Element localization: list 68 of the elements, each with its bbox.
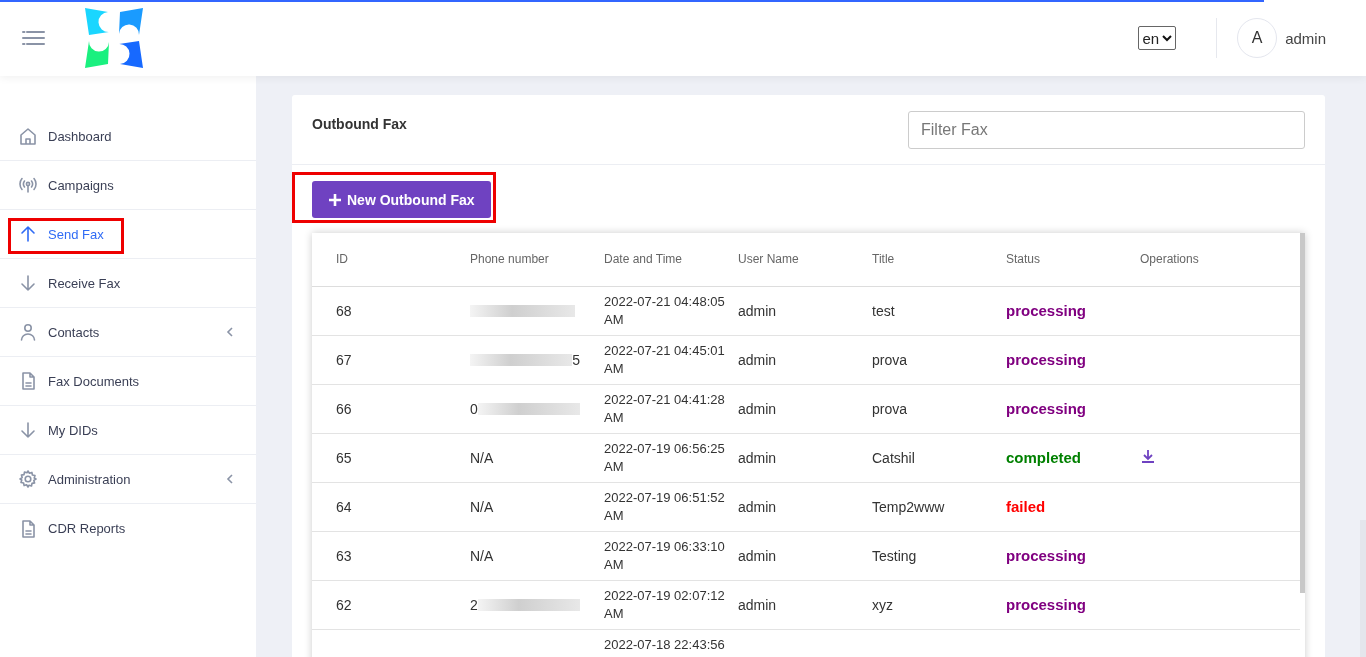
table-cell: 63 xyxy=(312,531,446,580)
table-cell: Catshil xyxy=(848,433,982,482)
table-cell: 62 xyxy=(312,580,446,629)
scrollbar[interactable] xyxy=(1300,233,1305,593)
home-icon xyxy=(18,126,38,146)
phone-number: 2 xyxy=(470,596,478,613)
table-cell: 68 xyxy=(312,286,446,335)
sidebar-item[interactable]: Send Fax xyxy=(0,210,256,259)
language-select[interactable]: en xyxy=(1138,26,1177,50)
table-cell: Testing xyxy=(848,531,982,580)
date-time-text: 2022-07-19 06:33:10 AM xyxy=(604,537,725,574)
panel-title: Outbound Fax xyxy=(312,116,407,132)
dropdown-caret-icon xyxy=(1162,34,1173,42)
filter-field[interactable]: Filter Fax xyxy=(908,111,1305,149)
column-header: Title xyxy=(848,233,982,286)
menu-icon[interactable] xyxy=(22,29,46,47)
date-time-text: 2022-07-19 06:56:25 AM xyxy=(604,439,725,476)
column-header: User Name xyxy=(714,233,848,286)
table-cell: 65 xyxy=(312,433,446,482)
arrow-up-icon xyxy=(18,224,38,244)
status-text: failed xyxy=(1006,498,1046,515)
date-time-text: 2022-07-19 02:07:12 AM xyxy=(604,586,725,623)
phone-number: N/A xyxy=(470,449,494,466)
table-cell: 64 xyxy=(312,482,446,531)
person-icon xyxy=(18,322,38,342)
status-text: processing xyxy=(1006,302,1087,319)
table-cell: xyz xyxy=(848,580,982,629)
date-time-text: 2022-07-19 06:51:52 AM xyxy=(604,488,725,525)
status-text: processing xyxy=(1006,596,1087,613)
table-cell: Temp2www xyxy=(848,482,982,531)
column-header: Phone number xyxy=(446,233,580,286)
date-time-text: 2022-07-18 22:43:56 xyxy=(604,635,725,654)
broadcast-icon xyxy=(18,175,38,195)
sidebar-item[interactable]: Dashboard xyxy=(0,112,256,161)
user-name[interactable]: admin xyxy=(1285,29,1326,47)
date-time-text: 2022-07-21 04:48:05 AM xyxy=(604,292,725,329)
gear-icon xyxy=(18,469,38,489)
phone-number: N/A xyxy=(470,498,494,515)
table-cell: 67 xyxy=(312,335,446,384)
phone-number: N/A xyxy=(470,547,494,564)
arrow-down-icon xyxy=(18,420,38,440)
status-text: processing xyxy=(1006,351,1087,368)
phone-number: 5 xyxy=(572,351,580,368)
new-outbound-fax-button[interactable]: New Outbound Fax xyxy=(312,181,491,218)
plus-icon xyxy=(328,192,342,207)
sidebar-item[interactable]: Fax Documents xyxy=(0,357,256,406)
sidebar-item[interactable]: Campaigns xyxy=(0,161,256,210)
date-time-text: 2022-07-21 04:45:01 AM xyxy=(604,341,725,378)
date-time-text: 2022-07-21 04:41:28 AM xyxy=(604,390,725,427)
sidebar-item[interactable]: Receive Fax xyxy=(0,259,256,308)
sidebar-item[interactable]: Administration xyxy=(0,455,256,504)
sidebar-item[interactable]: CDR Reports xyxy=(0,504,256,553)
phone-number: 0 xyxy=(470,400,478,417)
column-header: Date and Time xyxy=(580,233,714,286)
column-header: ID xyxy=(312,233,446,286)
status-text: processing xyxy=(1006,547,1087,564)
logo-icon xyxy=(84,7,144,69)
status-text: completed xyxy=(1006,449,1081,466)
status-text: processing xyxy=(1006,400,1087,417)
sidebar-item[interactable]: Contacts xyxy=(0,308,256,357)
download-icon[interactable] xyxy=(1140,448,1156,464)
table-cell: prova xyxy=(848,335,982,384)
column-header: Status xyxy=(982,233,1116,286)
sidebar-item[interactable]: My DIDs xyxy=(0,406,256,455)
table-cell: 66 xyxy=(312,384,446,433)
table-cell: test xyxy=(848,286,982,335)
arrow-down-icon xyxy=(18,273,38,293)
table-cell: prova xyxy=(848,384,982,433)
